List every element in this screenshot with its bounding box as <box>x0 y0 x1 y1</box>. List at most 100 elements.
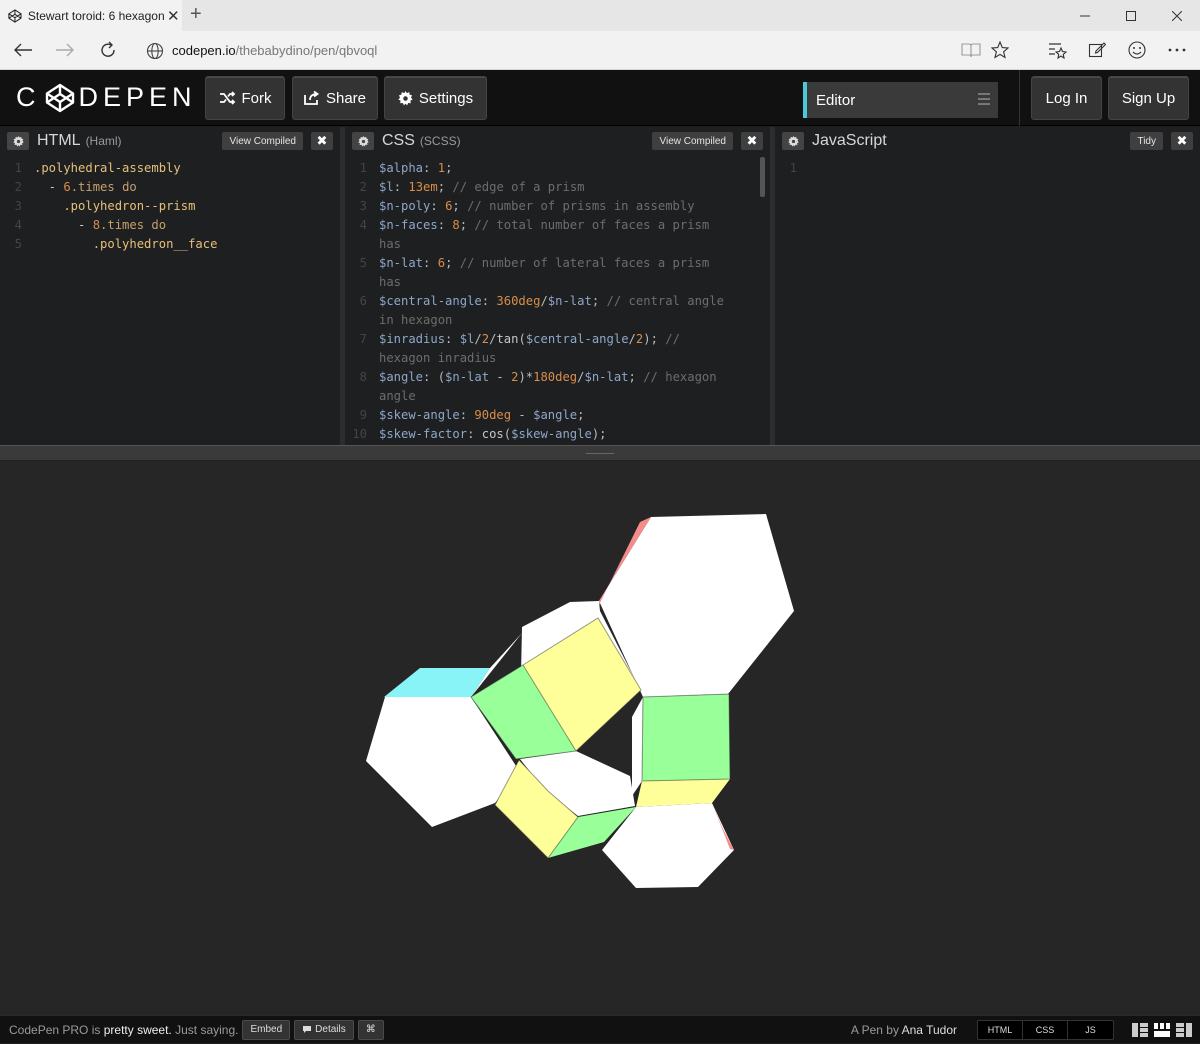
css-scrollbar[interactable] <box>760 157 765 197</box>
preview-resize-bar[interactable] <box>0 445 1200 461</box>
refresh-icon[interactable] <box>95 38 121 62</box>
code-token: : <box>481 294 497 308</box>
login-button[interactable]: Log In <box>1031 76 1102 120</box>
favorites-hub-icon[interactable] <box>1043 38 1071 62</box>
code-token: : <box>459 408 475 422</box>
reading-view-icon[interactable] <box>957 38 985 62</box>
code-line[interactable]: has <box>345 273 770 292</box>
minimize-icon[interactable] <box>1062 0 1108 31</box>
more-menu-icon[interactable] <box>1163 38 1191 62</box>
js-close-icon[interactable]: ✖ <box>1171 132 1193 150</box>
layout-left-icon[interactable] <box>1132 1023 1148 1037</box>
share-button[interactable]: Share <box>292 76 378 120</box>
code-line[interactable]: 4 $n-faces: 8; // total number of faces a… <box>345 216 770 235</box>
gear-icon <box>398 90 413 105</box>
code-token: ; <box>452 199 468 213</box>
hamburger-icon <box>978 93 990 108</box>
js-tidy-button[interactable]: Tidy <box>1130 132 1163 150</box>
fork-button[interactable]: Fork <box>205 76 285 120</box>
code-line[interactable]: 1 $alpha: 1; <box>345 159 770 178</box>
code-line[interactable]: 7 $inradius: $l/2/tan($central-angle/2); … <box>345 330 770 349</box>
code-token: ; <box>591 294 607 308</box>
editor-area: HTML (Haml) View Compiled ✖ 1 .polyhedral… <box>0 127 1200 445</box>
js-settings-gear-icon[interactable] <box>782 132 804 150</box>
settings-button[interactable]: Settings <box>384 76 487 120</box>
embed-button[interactable]: Embed <box>242 1019 291 1040</box>
html-settings-gear-icon[interactable] <box>7 132 29 150</box>
feedback-smiley-icon[interactable] <box>1123 38 1151 62</box>
web-note-icon[interactable] <box>1083 38 1111 62</box>
code-token: : ( <box>423 370 446 384</box>
url-path: /thebabydino/pen/qbvoql <box>235 43 378 58</box>
html-code-editor[interactable]: 1 .polyhedral-assembly 2 - 6.times do 3 .po… <box>0 155 340 254</box>
share-icon <box>304 91 320 105</box>
code-line[interactable]: in hexagon <box>345 311 770 330</box>
code-line[interactable]: 8 $angle: ($n-lat - 2)*180deg/$n-lat; // … <box>345 368 770 387</box>
code-token: // number of prisms in assembly <box>467 199 695 213</box>
code-token: / <box>474 332 482 346</box>
back-icon[interactable] <box>10 38 36 62</box>
code-line[interactable]: 4 - 8.times do <box>0 216 340 235</box>
js-toggle-button[interactable]: JS <box>1068 1021 1113 1039</box>
codepen-favicon-icon <box>8 8 22 23</box>
code-line[interactable]: 2 - 6.times do <box>0 178 340 197</box>
code-token: / <box>540 294 548 308</box>
maximize-icon[interactable] <box>1108 0 1154 31</box>
browser-tab-title: Stewart toroid: 6 hexagon <box>27 8 165 23</box>
layout-right-icon[interactable] <box>1176 1023 1192 1037</box>
keyboard-shortcuts-button[interactable]: ⌘ <box>357 1019 384 1040</box>
code-token: .polyhedral-assembly <box>34 161 181 175</box>
code-line[interactable]: 3 $n-poly: 6; // number of prisms in asse… <box>345 197 770 216</box>
css-view-compiled-button[interactable]: View Compiled <box>652 132 733 150</box>
css-toggle-button[interactable]: CSS <box>1023 1021 1068 1039</box>
code-line[interactable]: 3 .polyhedron--prism <box>0 197 340 216</box>
url-field[interactable]: codepen.io/thebabydino/pen/qbvoql <box>146 37 1016 64</box>
line-number <box>345 235 373 254</box>
window-close-icon[interactable] <box>1154 0 1200 31</box>
code-line[interactable]: angle <box>345 387 770 406</box>
line-number: 1 <box>789 161 797 175</box>
code-text: $skew-factor: cos($skew-angle); <box>373 425 607 444</box>
code-line[interactable]: 1 <box>775 159 1200 178</box>
html-pane-title: HTML <box>37 132 81 149</box>
tab-close-icon[interactable]: ✕ <box>165 7 182 25</box>
code-line[interactable]: hexagon inradius <box>345 349 770 368</box>
code-line[interactable]: has <box>345 235 770 254</box>
css-close-icon[interactable]: ✖ <box>741 132 763 150</box>
html-view-compiled-button[interactable]: View Compiled <box>222 132 303 150</box>
signup-button[interactable]: Sign Up <box>1108 76 1189 120</box>
code-token: tan <box>496 332 519 346</box>
code-line[interactable]: 5 .polyhedron__face <box>0 235 340 254</box>
css-code-editor[interactable]: 1 $alpha: 1; 2 $l: 13em; // edge of a prism… <box>345 155 770 444</box>
code-line[interactable]: 6 $central-angle: 360deg/$n-lat; // centr… <box>345 292 770 311</box>
new-tab-button[interactable]: + <box>190 3 202 26</box>
code-token: / <box>577 370 585 384</box>
code-token: ; <box>577 408 585 422</box>
author-link[interactable]: Ana Tudor <box>902 1023 957 1037</box>
line-number <box>345 273 373 292</box>
details-button[interactable]: Details <box>294 1019 354 1040</box>
code-line[interactable]: 1 .polyhedral-assembly <box>0 159 340 178</box>
code-token: 6 <box>63 180 71 194</box>
css-settings-gear-icon[interactable] <box>352 132 374 150</box>
globe-icon <box>146 42 164 59</box>
code-token: : <box>467 427 482 441</box>
codepen-logo[interactable]: C DEPEN <box>16 82 197 113</box>
line-number: 10 <box>352 427 367 441</box>
code-line[interactable]: 10 $skew-factor: cos($skew-angle); <box>345 425 770 444</box>
result-preview[interactable] <box>0 461 1200 1015</box>
code-token: : <box>430 199 446 213</box>
forward-icon[interactable] <box>52 38 78 62</box>
html-toggle-button[interactable]: HTML <box>978 1021 1023 1039</box>
layout-top-icon[interactable] <box>1154 1023 1170 1037</box>
favorite-star-icon[interactable] <box>986 38 1014 62</box>
code-line[interactable]: 5 $n-lat: 6; // number of lateral faces a… <box>345 254 770 273</box>
css-pane: CSS (SCSS) View Compiled ✖ 1 $alpha: 1; 2 $… <box>345 127 770 445</box>
browser-tab[interactable]: Stewart toroid: 6 hexagon ✕ <box>0 0 182 31</box>
js-code-editor[interactable]: 1 <box>775 155 1200 178</box>
code-line[interactable]: 2 $l: 13em; // edge of a prism <box>345 178 770 197</box>
editor-view-select[interactable]: Editor <box>803 82 998 118</box>
pro-promo-text[interactable]: CodePen PRO is pretty sweet. Just saying… <box>9 1023 238 1037</box>
html-close-icon[interactable]: ✖ <box>311 132 333 150</box>
code-line[interactable]: 9 $skew-angle: 90deg - $angle; <box>345 406 770 425</box>
